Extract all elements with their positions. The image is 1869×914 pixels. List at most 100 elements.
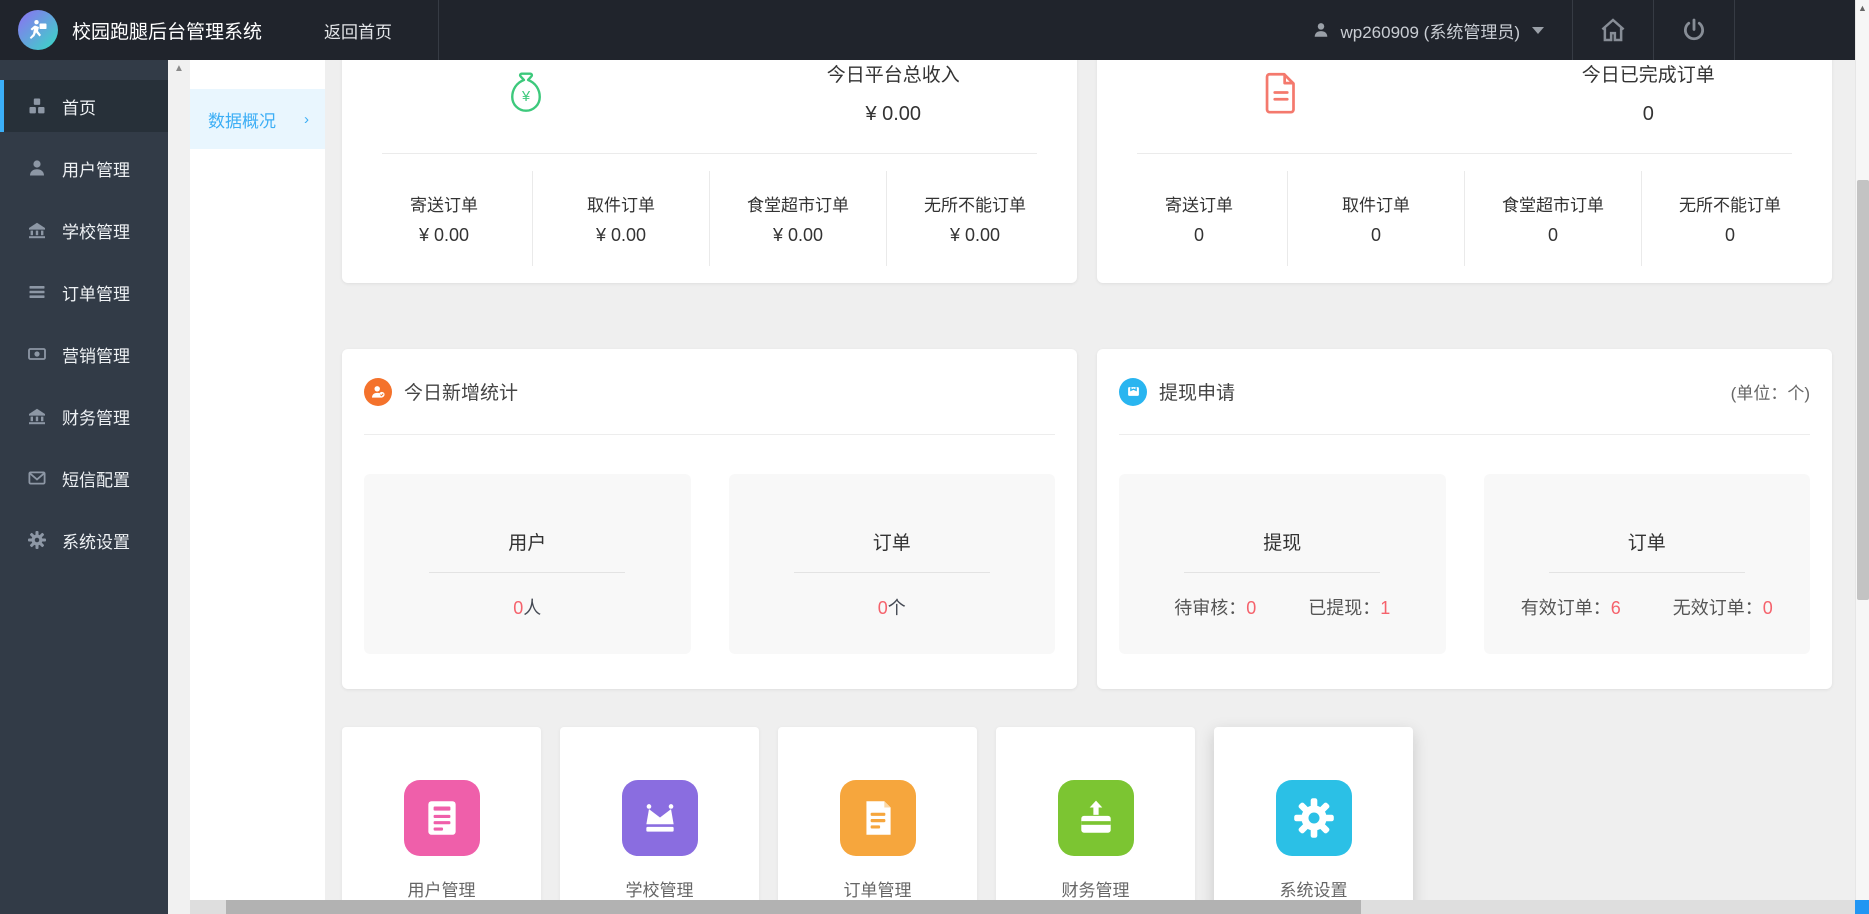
sidebar-item-orders[interactable]: 订单管理 — [0, 266, 168, 318]
shortcut-label: 学校管理 — [625, 881, 694, 900]
gear-icon — [26, 529, 48, 551]
stats-cards-row: 今日新增统计 用户 0人 订单 0个 提现申请 (单位：个) 提现 待审核：0 … — [325, 349, 1855, 689]
chevron-down-icon — [1532, 26, 1544, 34]
stat-pair: 已提现：1 — [1308, 598, 1391, 618]
sidebar-item-label: 学校管理 — [62, 222, 130, 242]
logout-button[interactable] — [1654, 0, 1734, 60]
sidebar-item-settings[interactable]: 系统设置 — [0, 514, 168, 566]
sidebar-item-sms[interactable]: 短信配置 — [0, 452, 168, 504]
scroll-up-arrow-icon[interactable]: ▲ — [168, 60, 190, 78]
app-title: 校园跑腿后台管理系统 — [72, 21, 263, 43]
shortcut-system-settings[interactable]: 系统设置 — [1214, 727, 1413, 900]
sidebar-item-label: 财务管理 — [62, 408, 130, 428]
gear-icon — [1275, 780, 1352, 856]
nav-divider — [438, 0, 440, 60]
stat-block-orders: 订单 有效订单：6 无效订单：0 — [1483, 474, 1810, 654]
user-badge-icon — [364, 377, 392, 406]
chevron-right-icon: › — [304, 110, 309, 128]
deposit-icon — [1057, 780, 1134, 856]
shortcut-user-management[interactable]: 用户管理 — [342, 727, 541, 900]
app-logo — [18, 10, 58, 50]
card-value: ¥ 0.00 — [865, 103, 922, 125]
withdraw-card: 提现申请 (单位：个) 提现 待审核：0 已提现：1 订单 有效订单：6 无效订… — [1097, 349, 1832, 689]
power-icon — [1680, 16, 1708, 44]
shortcut-school-management[interactable]: 学校管理 — [560, 727, 759, 900]
main-content: ¥ 今日平台总收入 ¥ 0.00 寄送订单 ¥ 0.00 取件订单 ¥ 0.00 — [325, 60, 1855, 900]
submenu-item-label: 数据概况 — [208, 111, 276, 131]
cubes-icon — [26, 95, 48, 117]
runner-icon — [26, 18, 50, 42]
stat-column: 取件订单 0 — [1288, 171, 1465, 266]
money-bill-icon — [26, 343, 48, 365]
stat-value: 0 — [513, 598, 524, 618]
sidebar: 首页 用户管理 学校管理 订单管理 营销管理 财务管理 短信配置 系统设置 — [0, 60, 168, 914]
sidebar-item-label: 用户管理 — [62, 160, 130, 180]
card-title: 今日新增统计 — [404, 383, 519, 404]
scrollbar-corner — [1855, 900, 1869, 914]
stat-column: 取件订单 ¥ 0.00 — [533, 171, 710, 266]
card-title: 今日已完成订单 — [1581, 65, 1715, 86]
card-title: 今日平台总收入 — [826, 65, 960, 86]
back-home-link[interactable]: 返回首页 — [324, 18, 392, 43]
new-stats-card: 今日新增统计 用户 0人 订单 0个 — [342, 349, 1077, 689]
bank-icon — [26, 405, 48, 427]
sidebar-scrollbar[interactable]: ▲ — [168, 60, 190, 914]
nav-right: wp260909 (系统管理员) — [1284, 0, 1855, 60]
divider — [429, 572, 626, 573]
scroll-up-arrow-icon[interactable]: ▲ — [1856, 0, 1869, 16]
stat-column: 寄送订单 ¥ 0.00 — [356, 171, 533, 266]
sidebar-item-label: 订单管理 — [62, 284, 130, 304]
stat-pair: 有效订单：6 — [1520, 598, 1621, 618]
shortcut-label: 用户管理 — [407, 881, 476, 900]
crown-icon — [621, 780, 698, 856]
user-name: wp260909 (系统管理员) — [1340, 22, 1520, 42]
shortcut-label: 财务管理 — [1061, 881, 1130, 900]
sidebar-item-label: 首页 — [62, 98, 96, 118]
top-navbar: 校园跑腿后台管理系统 返回首页 wp260909 (系统管理员) — [0, 0, 1855, 60]
stat-column: 无所不能订单 0 — [1679, 196, 1781, 245]
stat-column: 食堂超市订单 0 — [1465, 171, 1642, 266]
sidebar-item-label: 系统设置 — [62, 532, 130, 552]
stat-pair: 无效订单：0 — [1672, 598, 1773, 618]
document-icon — [1097, 60, 1465, 153]
money-bag-icon: ¥ — [342, 60, 710, 153]
completed-orders-card: 今日已完成订单 0 寄送订单 0 取件订单 0 食堂超市订单 0 无所不能订单 … — [1097, 60, 1832, 283]
sidebar-item-marketing[interactable]: 营销管理 — [0, 328, 168, 380]
sidebar-item-finance[interactable]: 财务管理 — [0, 390, 168, 442]
stat-block-withdraw: 提现 待审核：0 已提现：1 — [1119, 474, 1446, 654]
summary-cards-row: ¥ 今日平台总收入 ¥ 0.00 寄送订单 ¥ 0.00 取件订单 ¥ 0.00 — [325, 60, 1855, 283]
mail-icon — [1119, 377, 1147, 406]
shortcut-order-management[interactable]: 订单管理 — [778, 727, 977, 900]
user-dropdown[interactable]: wp260909 (系统管理员) — [1284, 18, 1572, 43]
stat-column: 食堂超市订单 ¥ 0.00 — [710, 171, 887, 266]
sidebar-item-label: 营销管理 — [62, 346, 130, 366]
divider — [1548, 572, 1745, 573]
shortcut-label: 系统设置 — [1279, 881, 1348, 900]
sidebar-item-label: 短信配置 — [62, 470, 130, 490]
stat-value: 0 — [877, 598, 888, 618]
horizontal-scrollbar[interactable] — [190, 900, 1855, 914]
shortcut-label: 订单管理 — [843, 881, 912, 900]
vertical-scrollbar-thumb[interactable] — [1857, 180, 1869, 600]
income-card: ¥ 今日平台总收入 ¥ 0.00 寄送订单 ¥ 0.00 取件订单 ¥ 0.00 — [342, 60, 1077, 283]
stat-column: 寄送订单 0 — [1111, 171, 1288, 266]
sidebar-item-home[interactable]: 首页 — [0, 80, 168, 132]
list-icon — [26, 281, 48, 303]
divider — [793, 572, 990, 573]
svg-text:¥: ¥ — [521, 89, 531, 105]
vertical-scrollbar[interactable]: ▲ — [1855, 0, 1869, 900]
submenu-panel: 数据概况 › — [190, 60, 325, 914]
stat-column: 无所不能订单 ¥ 0.00 — [924, 196, 1026, 245]
sidebar-item-schools[interactable]: 学校管理 — [0, 204, 168, 256]
stat-block-users: 用户 0人 — [364, 474, 691, 654]
shortcut-finance-management[interactable]: 财务管理 — [996, 727, 1195, 900]
sidebar-item-users[interactable]: 用户管理 — [0, 142, 168, 194]
submenu-item-data-overview[interactable]: 数据概况 › — [190, 89, 325, 149]
home-button[interactable] — [1573, 0, 1653, 60]
horizontal-scrollbar-thumb[interactable] — [226, 900, 1361, 914]
stat-pair: 待审核：0 — [1174, 598, 1257, 618]
stat-unit: 人 — [523, 598, 542, 618]
stat-unit: 个 — [887, 598, 906, 618]
unit-note: (单位：个) — [1730, 384, 1810, 403]
school-icon — [26, 219, 48, 241]
